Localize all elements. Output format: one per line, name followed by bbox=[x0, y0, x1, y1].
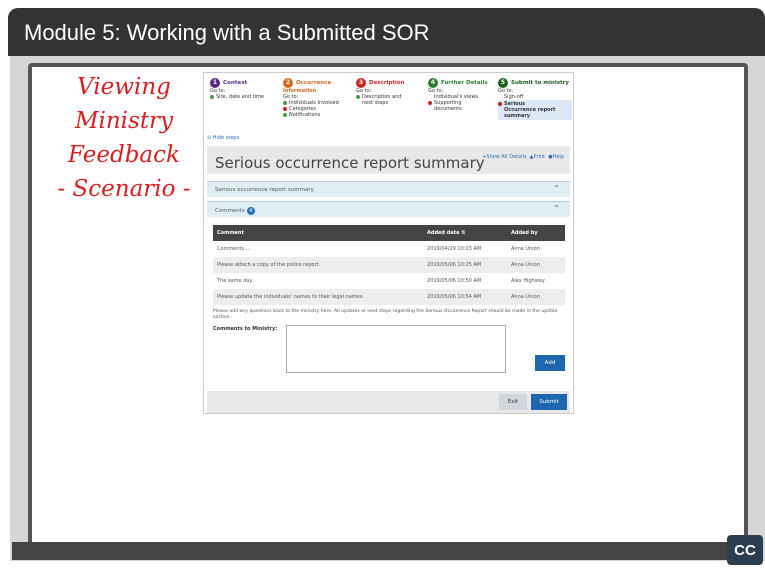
table-row: Comments ... 2019/04/29 10:03 AM Anna Un… bbox=[217, 246, 540, 252]
submit-button[interactable]: Submit bbox=[531, 394, 567, 410]
step-description[interactable]: 3 Description Go to: Description and next… bbox=[356, 78, 426, 106]
table-row: Please update the individuals' names to … bbox=[213, 289, 565, 305]
step-submit-to-ministry[interactable]: 5 Submit to ministry Go to: Sign-off Seri… bbox=[498, 78, 572, 120]
accordion-comments[interactable]: Comments 4 ⌃ bbox=[207, 201, 570, 217]
column-header-added-by: Added by bbox=[507, 225, 565, 241]
scenario-line-3: Feedback bbox=[68, 142, 180, 168]
closed-captions-button[interactable]: CC bbox=[727, 535, 763, 565]
column-header-comment: Comment bbox=[213, 225, 423, 241]
comments-to-ministry-textarea[interactable] bbox=[286, 325, 506, 373]
complete-icon bbox=[356, 94, 360, 99]
chevron-up-icon: ⌃ bbox=[553, 204, 560, 213]
step-further-details[interactable]: 4 Further Details Go to: Individual's vie… bbox=[428, 78, 498, 112]
scenario-line-1: Viewing bbox=[77, 74, 171, 100]
table-row: The same day. 2019/05/06 10:50 AM Alex H… bbox=[217, 278, 545, 284]
comments-table: Comment Added date ⇅ Added by Comments .… bbox=[213, 225, 565, 305]
show-all-details-link[interactable]: +Show All Details bbox=[482, 154, 526, 160]
header-links: +Show All Details ▲Print ●Help bbox=[482, 154, 564, 160]
step-number: 3 bbox=[356, 78, 366, 88]
sort-icon: ⇅ bbox=[461, 230, 466, 236]
hide-steps-link[interactable]: ⊖ Hide steps bbox=[207, 135, 239, 141]
sor-screenshot: 1 Context Go to: Site, date and time 2 Occ… bbox=[203, 72, 574, 414]
complete-icon bbox=[283, 112, 287, 117]
scenario-line-2: Ministry bbox=[74, 108, 174, 134]
print-link[interactable]: ▲Print bbox=[530, 154, 545, 160]
step-number: 1 bbox=[210, 78, 220, 88]
complete-icon bbox=[283, 100, 287, 105]
summary-header: Serious occurrence report summary +Show … bbox=[207, 146, 570, 174]
help-link[interactable]: ●Help bbox=[548, 154, 564, 160]
scenario-line-4: - Scenario - bbox=[57, 176, 191, 202]
page-title: Serious occurrence report summary bbox=[215, 154, 485, 172]
progress-steps: 1 Context Go to: Site, date and time 2 Occ… bbox=[204, 73, 575, 133]
incomplete-icon bbox=[283, 106, 287, 111]
step-number: 4 bbox=[428, 78, 438, 88]
comment-count-badge: 4 bbox=[246, 207, 255, 215]
step-number: 2 bbox=[283, 78, 293, 88]
step-occurrence[interactable]: 2 Occurrence Information Go to: Individua… bbox=[283, 78, 353, 118]
step-number: 5 bbox=[498, 78, 508, 88]
complete-icon bbox=[210, 94, 214, 99]
module-title: Module 5: Working with a Submitted SOR bbox=[24, 20, 430, 45]
table-row: Please attach a copy of the police repor… bbox=[213, 257, 565, 273]
collapse-icon: ⊖ bbox=[207, 135, 212, 141]
instruction-note: Please add any questions back to the min… bbox=[213, 309, 558, 320]
comments-to-ministry-label: Comments to Ministry: bbox=[213, 326, 278, 332]
add-button[interactable]: Add bbox=[535, 355, 565, 371]
step-context[interactable]: 1 Context Go to: Site, date and time bbox=[210, 78, 278, 100]
accordion-summary[interactable]: Serious occurrence report summary ⌃ bbox=[207, 181, 570, 197]
exit-button[interactable]: Exit bbox=[499, 394, 527, 410]
incomplete-icon bbox=[428, 100, 432, 105]
current-step-highlight: Serious Occurrence report summary bbox=[498, 100, 572, 120]
column-header-added-date[interactable]: Added date ⇅ bbox=[423, 225, 507, 241]
module-title-bar: Module 5: Working with a Submitted SOR bbox=[8, 8, 765, 56]
chevron-up-icon: ⌃ bbox=[553, 184, 560, 193]
incomplete-icon bbox=[498, 101, 502, 106]
player-control-bar bbox=[12, 542, 730, 560]
slide-player: Module 5: Working with a Submitted SOR C… bbox=[0, 0, 765, 568]
